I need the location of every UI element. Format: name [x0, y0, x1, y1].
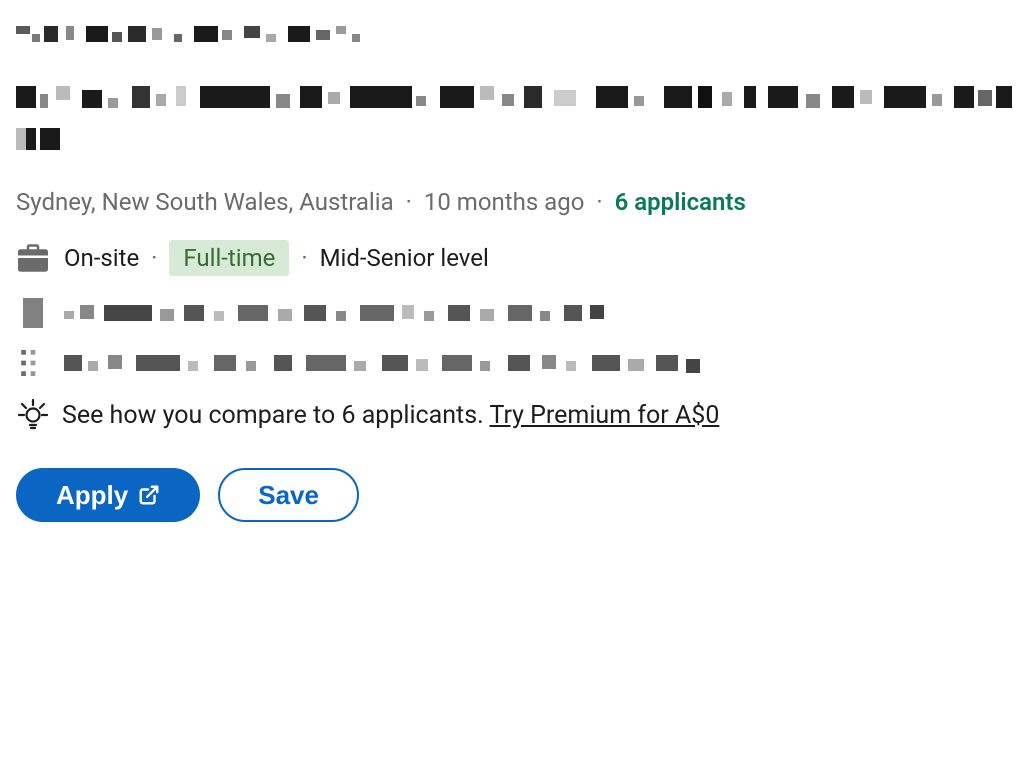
applicant-count: 6 applicants	[615, 188, 746, 216]
separator-dot: ·	[406, 188, 412, 216]
company-info-row	[16, 298, 1008, 328]
building-icon	[16, 298, 50, 328]
list-icon	[16, 350, 50, 376]
premium-promo-row: See how you compare to 6 applicants. Try…	[16, 398, 1008, 432]
skills-redacted	[64, 353, 704, 373]
save-button[interactable]: Save	[218, 468, 359, 522]
separator-dot: ·	[151, 244, 157, 272]
company-info-redacted	[64, 303, 624, 323]
job-location: Sydney, New South Wales, Australia	[16, 188, 394, 216]
apply-label: Apply	[56, 482, 128, 508]
apply-button[interactable]: Apply	[16, 468, 200, 522]
separator-dot: ·	[301, 244, 307, 272]
separator-dot: ·	[596, 188, 602, 216]
premium-text: See how you compare to 6 applicants.	[62, 401, 484, 430]
job-workplace-row: On-site · Full-time · Mid-Senior level	[16, 240, 1008, 276]
workplace-type: On-site	[64, 244, 139, 272]
skills-row	[16, 350, 1008, 376]
posted-time: 10 months ago	[424, 188, 585, 216]
save-label: Save	[258, 482, 319, 508]
seniority-level: Mid-Senior level	[320, 244, 489, 272]
job-meta-line: Sydney, New South Wales, Australia · 10 …	[16, 188, 1008, 216]
action-buttons: Apply Save	[16, 468, 1008, 522]
external-link-icon	[138, 484, 160, 506]
lightbulb-icon	[16, 398, 50, 432]
job-title-redacted	[16, 86, 1008, 160]
premium-link[interactable]: Try Premium for A$0	[489, 401, 719, 430]
company-name-redacted	[16, 24, 1008, 46]
briefcase-icon	[16, 244, 50, 272]
employment-type-pill: Full-time	[169, 240, 289, 276]
